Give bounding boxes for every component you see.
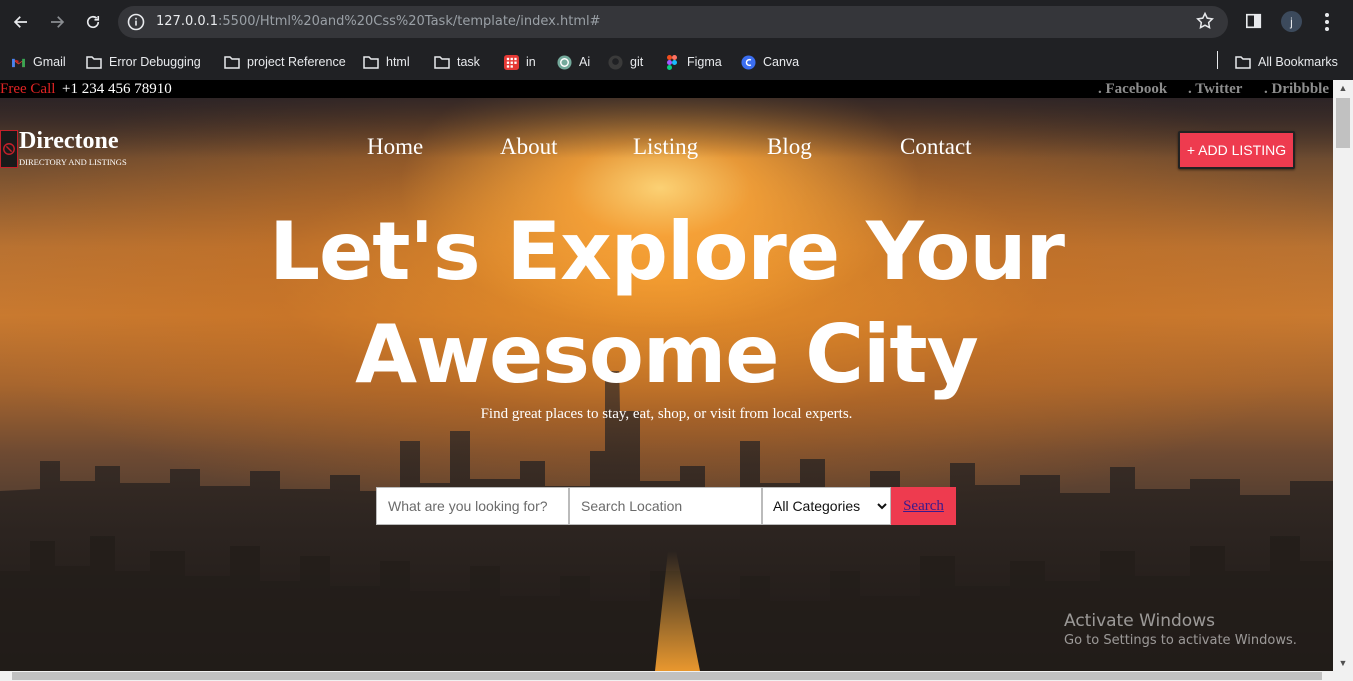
scroll-down-arrow-icon[interactable]: ▼ [1338, 658, 1348, 668]
vertical-scroll-thumb[interactable] [1336, 98, 1350, 148]
address-bar[interactable]: 127.0.0.1:5500/Html%20and%20Css%20Task/t… [118, 6, 1228, 38]
bookmark-figma[interactable]: Figma [664, 52, 722, 72]
bookmark-label: Gmail [33, 55, 66, 69]
url-host: 127.0.0.1 [156, 14, 219, 29]
vertical-scrollbar[interactable]: ▲ ▼ [1333, 80, 1353, 671]
hero-headline-line1: Let's Explore Your [269, 205, 1065, 298]
nav-home[interactable]: Home [367, 134, 423, 160]
bookmark-in[interactable]: in [503, 52, 536, 72]
menu-dots-icon[interactable] [1318, 11, 1336, 33]
figma-icon [664, 54, 680, 70]
site-info-icon[interactable] [126, 12, 146, 32]
profile-avatar[interactable]: j [1281, 11, 1302, 32]
bookmark-label: in [526, 55, 536, 69]
folder-icon [86, 54, 102, 70]
reload-icon[interactable] [81, 10, 105, 34]
horizontal-scrollbar[interactable] [0, 671, 1353, 681]
nav-listing[interactable]: Listing [633, 134, 698, 160]
scroll-up-arrow-icon[interactable]: ▲ [1338, 83, 1348, 93]
page-viewport: Free Call +1 234 456 78910 . Facebook . … [0, 80, 1353, 681]
activate-windows-title: Activate Windows [1064, 611, 1215, 631]
bookmark-label: Ai [579, 55, 591, 69]
bookmark-html[interactable]: html [363, 52, 410, 72]
folder-icon [1235, 54, 1251, 70]
bookmark-canva[interactable]: Canva [740, 52, 799, 72]
search-what-input[interactable] [376, 487, 569, 525]
phone-number[interactable]: +1 234 456 78910 [62, 80, 172, 98]
back-arrow-icon[interactable] [9, 10, 33, 34]
bookmark-star-icon[interactable] [1195, 11, 1217, 33]
bookmark-git[interactable]: git [607, 52, 643, 72]
side-panel-icon[interactable] [1245, 12, 1265, 32]
bookmark-label: Figma [687, 55, 722, 69]
url-path: :5500/Html%20and%20Css%20Task/template/i… [218, 14, 601, 29]
search-location-input[interactable] [569, 487, 762, 525]
gmail-icon [10, 54, 26, 70]
bookmark-gmail[interactable]: Gmail [10, 52, 66, 72]
bookmark-label: Canva [763, 55, 800, 69]
bookmarks-divider [1217, 51, 1218, 69]
free-call-label: Free Call [0, 81, 56, 97]
nav-contact[interactable]: Contact [900, 134, 972, 160]
logo-mark-icon[interactable] [0, 130, 18, 168]
activate-windows-watermark: Activate Windows Go to Settings to activ… [1064, 610, 1297, 650]
social-link-dribbble[interactable]: . Dribbble [1264, 80, 1329, 98]
openai-icon [556, 54, 572, 70]
horizontal-scroll-thumb[interactable] [12, 672, 1322, 680]
logo-name[interactable]: Directone [19, 128, 119, 154]
bookmark-label: Error Debugging [109, 55, 201, 69]
contact-topbar: Free Call +1 234 456 78910 . Facebook . … [0, 80, 1353, 98]
bookmark-label: task [457, 55, 480, 69]
bookmarks-bar: Gmail Error Debugging project Reference … [0, 44, 1353, 80]
category-select[interactable]: All Categories [762, 487, 891, 525]
hero-headline-line2: Awesome City [355, 308, 979, 401]
bookmark-task[interactable]: task [434, 52, 480, 72]
search-button[interactable]: Search [891, 487, 956, 525]
browser-toolbar: 127.0.0.1:5500/Html%20and%20Css%20Task/t… [0, 0, 1353, 44]
bookmark-label: git [630, 55, 644, 69]
nav-blog[interactable]: Blog [767, 134, 812, 160]
bookmark-label: html [386, 55, 410, 69]
folder-icon [363, 54, 379, 70]
github-icon [607, 54, 623, 70]
bookmark-error-debugging[interactable]: Error Debugging [86, 52, 201, 72]
social-link-twitter[interactable]: . Twitter [1188, 80, 1242, 98]
all-bookmarks-label: All Bookmarks [1258, 55, 1338, 69]
url-text: 127.0.0.1:5500/Html%20and%20Css%20Task/t… [156, 14, 601, 29]
all-bookmarks[interactable]: All Bookmarks [1235, 52, 1338, 72]
folder-icon [224, 54, 240, 70]
app-grid-icon [503, 54, 519, 70]
logo-tagline: DIRECTORY AND LISTINGS [19, 157, 127, 167]
bookmark-project-reference[interactable]: project Reference [224, 52, 346, 72]
bookmark-ai[interactable]: Ai [556, 52, 590, 72]
activate-windows-subtitle: Go to Settings to activate Windows. [1064, 633, 1297, 648]
search-form: All Categories Search [376, 487, 956, 525]
nav-about[interactable]: About [500, 134, 558, 160]
canva-icon [740, 54, 756, 70]
forward-arrow-icon[interactable] [45, 10, 69, 34]
add-listing-button[interactable]: + ADD LISTING [1178, 131, 1295, 169]
hero-subline: Find great places to stay, eat, shop, or… [480, 406, 853, 422]
bookmark-label: project Reference [247, 55, 346, 69]
social-link-facebook[interactable]: . Facebook [1098, 80, 1167, 98]
folder-icon [434, 54, 450, 70]
